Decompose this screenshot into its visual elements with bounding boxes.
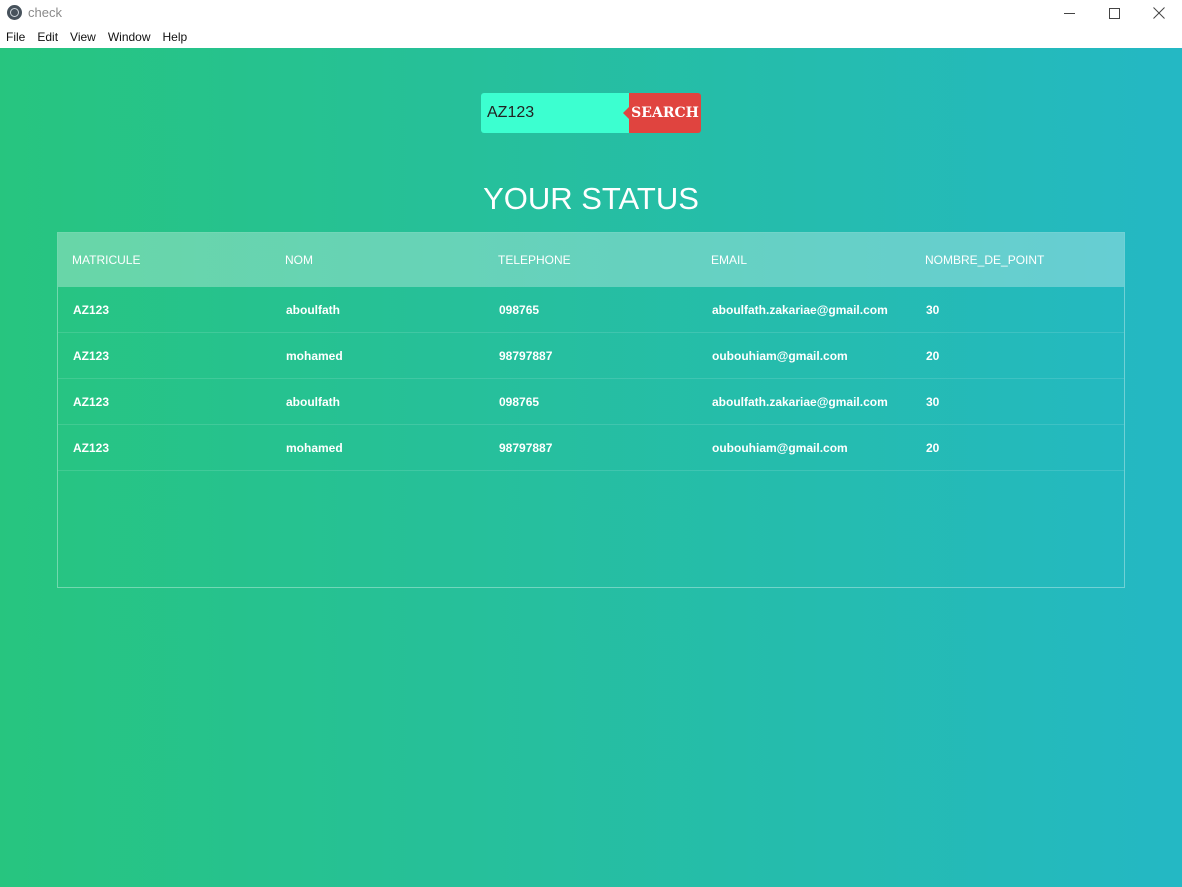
- menu-edit[interactable]: Edit: [31, 26, 64, 48]
- search-bar: SEARCH: [481, 93, 701, 133]
- close-icon: [1153, 7, 1165, 19]
- menu-view[interactable]: View: [64, 26, 102, 48]
- cell-email: oubouhiam@gmail.com: [712, 348, 848, 363]
- cell-email: aboulfath.zakariae@gmail.com: [712, 302, 888, 317]
- menu-bar: File Edit View Window Help: [0, 26, 1182, 48]
- column-header-email: EMAIL: [711, 253, 748, 267]
- cell-nombre-de-point: 20: [926, 348, 940, 363]
- page-title: YOUR STATUS: [483, 181, 699, 216]
- cell-matricule: AZ123: [73, 348, 110, 363]
- table-row: AZ123 aboulfath 098765 aboulfath.zakaria…: [58, 287, 1124, 333]
- menu-help[interactable]: Help: [157, 26, 194, 48]
- cell-email: oubouhiam@gmail.com: [712, 440, 848, 455]
- table-row: AZ123 aboulfath 098765 aboulfath.zakaria…: [58, 379, 1124, 425]
- maximize-button[interactable]: [1091, 0, 1137, 26]
- app-icon: [7, 5, 22, 20]
- cell-telephone: 98797887: [499, 440, 553, 455]
- close-button[interactable]: [1136, 0, 1182, 26]
- cell-nombre-de-point: 30: [926, 394, 940, 409]
- cell-nom: mohamed: [286, 348, 343, 363]
- status-table: MATRICULE NOM TELEPHONE EMAIL NOMBRE_DE_…: [57, 232, 1125, 588]
- menu-file[interactable]: File: [0, 26, 31, 48]
- cell-telephone: 098765: [499, 394, 540, 409]
- table-header: MATRICULE NOM TELEPHONE EMAIL NOMBRE_DE_…: [58, 233, 1124, 287]
- cell-nombre-de-point: 30: [926, 302, 940, 317]
- minimize-button[interactable]: [1046, 0, 1092, 26]
- minimize-icon: [1063, 12, 1075, 14]
- table-row: AZ123 mohamed 98797887 oubouhiam@gmail.c…: [58, 333, 1124, 379]
- column-header-nombre-de-point: NOMBRE_DE_POINT: [925, 253, 1045, 267]
- column-header-telephone: TELEPHONE: [498, 253, 571, 267]
- cell-email: aboulfath.zakariae@gmail.com: [712, 394, 888, 409]
- cell-matricule: AZ123: [73, 394, 110, 409]
- search-input[interactable]: [481, 93, 629, 133]
- table-row: AZ123 mohamed 98797887 oubouhiam@gmail.c…: [58, 425, 1124, 471]
- main-content: SEARCH YOUR STATUS MATRICULE NOM TELEPHO…: [0, 48, 1182, 887]
- column-header-nom: NOM: [285, 253, 313, 267]
- title-bar: check: [0, 0, 1182, 26]
- window-title: check: [28, 5, 62, 20]
- cell-nom: aboulfath: [286, 394, 340, 409]
- maximize-icon: [1108, 7, 1120, 19]
- column-header-matricule: MATRICULE: [72, 253, 141, 267]
- cell-nombre-de-point: 20: [926, 440, 940, 455]
- cell-matricule: AZ123: [73, 440, 110, 455]
- cell-matricule: AZ123: [73, 302, 110, 317]
- cell-nom: aboulfath: [286, 302, 340, 317]
- menu-window[interactable]: Window: [102, 26, 157, 48]
- cell-telephone: 98797887: [499, 348, 553, 363]
- search-button[interactable]: SEARCH: [623, 93, 701, 133]
- cell-nom: mohamed: [286, 440, 343, 455]
- cell-telephone: 098765: [499, 302, 540, 317]
